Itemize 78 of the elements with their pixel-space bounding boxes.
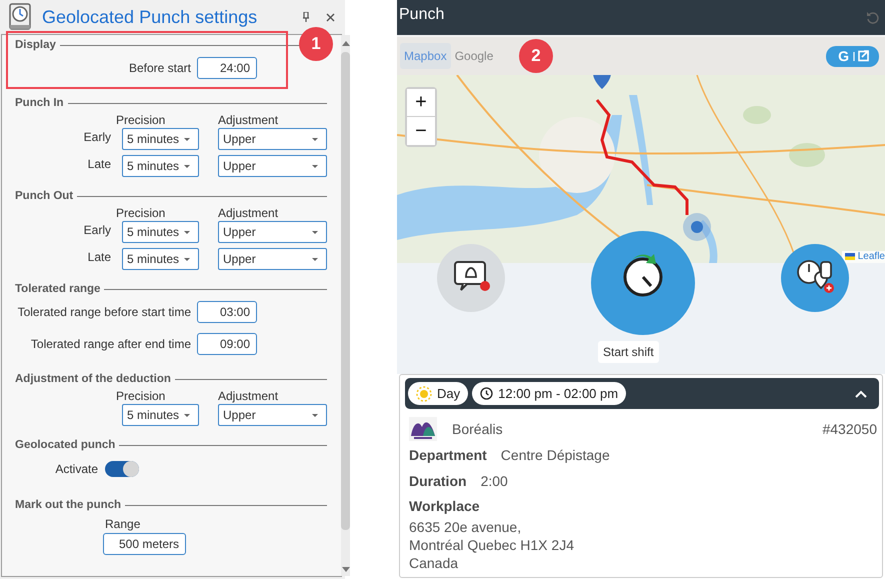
section-title: Tolerated range	[15, 283, 100, 295]
input-field[interactable]: 24:00	[197, 57, 257, 79]
close-icon[interactable]	[326, 12, 335, 22]
input-field[interactable]: 09:00	[197, 333, 257, 355]
detail-value: Centre Dépistage	[500, 446, 610, 462]
clock-book-icon	[8, 3, 32, 31]
shift-time-pill: 12:00 pm - 02:00 pm	[472, 382, 626, 405]
caret-icon	[312, 258, 318, 260]
employer-name: Boréalis	[452, 421, 503, 437]
column-label: Adjustment	[218, 206, 280, 220]
zoom-in-button[interactable]: +	[407, 89, 435, 117]
dropdown[interactable]: 5 minutes	[122, 221, 199, 243]
dropdown[interactable]: Upper	[218, 128, 327, 150]
flag-icon	[844, 253, 855, 260]
toggle-label: Activate	[54, 462, 98, 476]
row-label: Late	[86, 156, 111, 173]
dropdown[interactable]: Upper	[218, 155, 327, 177]
dropdown[interactable]: 5 minutes	[122, 128, 199, 150]
address-line: Montréal Quebec H1X 2J4	[409, 536, 575, 554]
field-label: Range	[104, 517, 142, 531]
section-title: Punch In	[15, 97, 64, 109]
dropdown[interactable]: 5 minutes	[122, 404, 199, 426]
caret-icon	[184, 138, 190, 140]
row-label: Early	[82, 129, 111, 146]
caret-icon	[184, 230, 190, 234]
pin-icon[interactable]	[302, 12, 310, 22]
caret-icon	[312, 138, 318, 140]
clock-icon	[480, 387, 494, 400]
field-label: Tolerated range before start time	[16, 305, 192, 319]
toggle-switch[interactable]	[105, 461, 139, 477]
punch-clock-button[interactable]	[591, 231, 695, 335]
input-field[interactable]: 500 meters	[103, 533, 186, 555]
caret-icon	[184, 414, 190, 416]
column-label: Adjustment	[218, 389, 280, 403]
dropdown[interactable]: 5 minutes	[122, 155, 199, 177]
section-title: Geolocated punch	[15, 439, 116, 451]
section-title: Punch Out	[15, 190, 74, 202]
dropdown[interactable]: Upper	[218, 221, 327, 243]
scroll-down-icon[interactable]	[342, 567, 350, 572]
caret-icon	[312, 164, 318, 168]
field-label: Tolerated range after end time	[30, 337, 192, 351]
section-title: Display	[15, 39, 56, 51]
field-label: Before start	[128, 61, 192, 75]
collapse-icon[interactable]	[855, 390, 867, 398]
column-label: Precision	[116, 113, 166, 127]
section-title: Adjustment of the deduction	[15, 373, 171, 385]
caret-icon	[312, 414, 318, 416]
window-title: Geolocated Punch settings	[42, 6, 258, 28]
column-label: Precision	[116, 206, 166, 220]
dropdown[interactable]: Upper	[218, 404, 327, 426]
shift-number: #432050	[822, 421, 877, 437]
scroll-up-icon[interactable]	[342, 41, 350, 46]
panel-title: Punch	[399, 6, 446, 24]
detail-label: Duration	[409, 472, 467, 488]
detail-value: 2:00	[480, 472, 508, 488]
caret-icon	[184, 258, 190, 260]
dropdown[interactable]: Upper	[218, 248, 327, 270]
caret-icon	[312, 230, 318, 234]
detail-label: Workplace	[409, 497, 481, 516]
callout-badge: 1	[299, 27, 333, 61]
sun-icon	[416, 386, 432, 402]
address-line: Canada	[409, 554, 460, 572]
company-logo-icon	[409, 417, 437, 441]
address-line: 6635 20e avenue,	[409, 518, 522, 536]
caret-icon	[184, 164, 190, 168]
input-field[interactable]: 03:00	[197, 301, 257, 323]
column-label: Precision	[116, 389, 166, 403]
row-label: Late	[86, 249, 111, 266]
row-label: Early	[82, 222, 111, 239]
clock-pin-button[interactable]	[781, 244, 849, 312]
start-shift-label: Start shift	[598, 341, 659, 363]
alert-bell-button[interactable]	[437, 244, 505, 312]
shift-period-pill: Day	[408, 382, 468, 405]
column-label: Adjustment	[218, 113, 280, 127]
detail-label: Department	[409, 446, 487, 462]
dropdown[interactable]: 5 minutes	[122, 248, 199, 270]
external-link-icon	[853, 50, 871, 62]
section-title: Mark out the punch	[15, 499, 122, 511]
